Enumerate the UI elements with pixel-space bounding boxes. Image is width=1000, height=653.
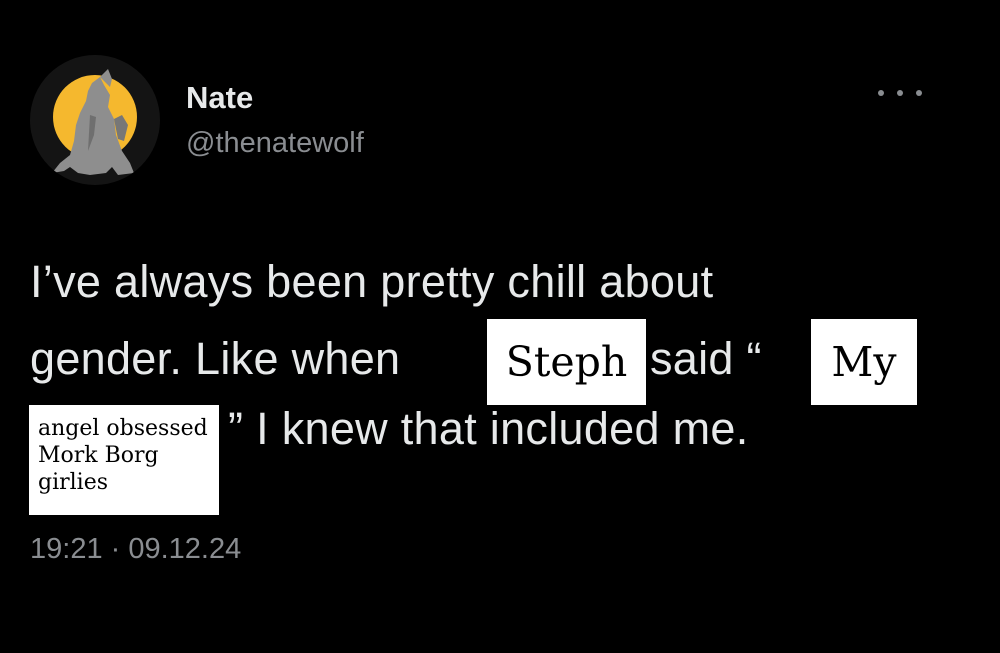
tweet-text-line-3: ” I knew that included me. xyxy=(228,403,749,454)
tweet-text-line-2-end: said “ xyxy=(650,333,762,384)
dot xyxy=(878,90,884,96)
dot xyxy=(897,90,903,96)
dot xyxy=(916,90,922,96)
quote-rest-overlay-label: angel obsessed Mork Borg girlies xyxy=(29,405,219,515)
more-options-icon[interactable] xyxy=(878,78,922,108)
quote-start-overlay-label: My xyxy=(811,319,917,405)
wolf-moon-icon xyxy=(52,69,137,175)
display-name[interactable]: Nate xyxy=(186,80,253,116)
name-overlay-label: Steph xyxy=(487,319,646,405)
avatar[interactable] xyxy=(30,55,160,185)
tweet-card: Nate @thenatewolf I’ve always been prett… xyxy=(0,0,1000,653)
tweet-text-line-2-start: gender. Like when xyxy=(30,333,401,384)
user-handle[interactable]: @thenatewolf xyxy=(186,127,364,160)
tweet-text-line-1: I’ve always been pretty chill about xyxy=(30,256,714,307)
tweet-timestamp[interactable]: 19:21 · 09.12.24 xyxy=(30,533,241,566)
